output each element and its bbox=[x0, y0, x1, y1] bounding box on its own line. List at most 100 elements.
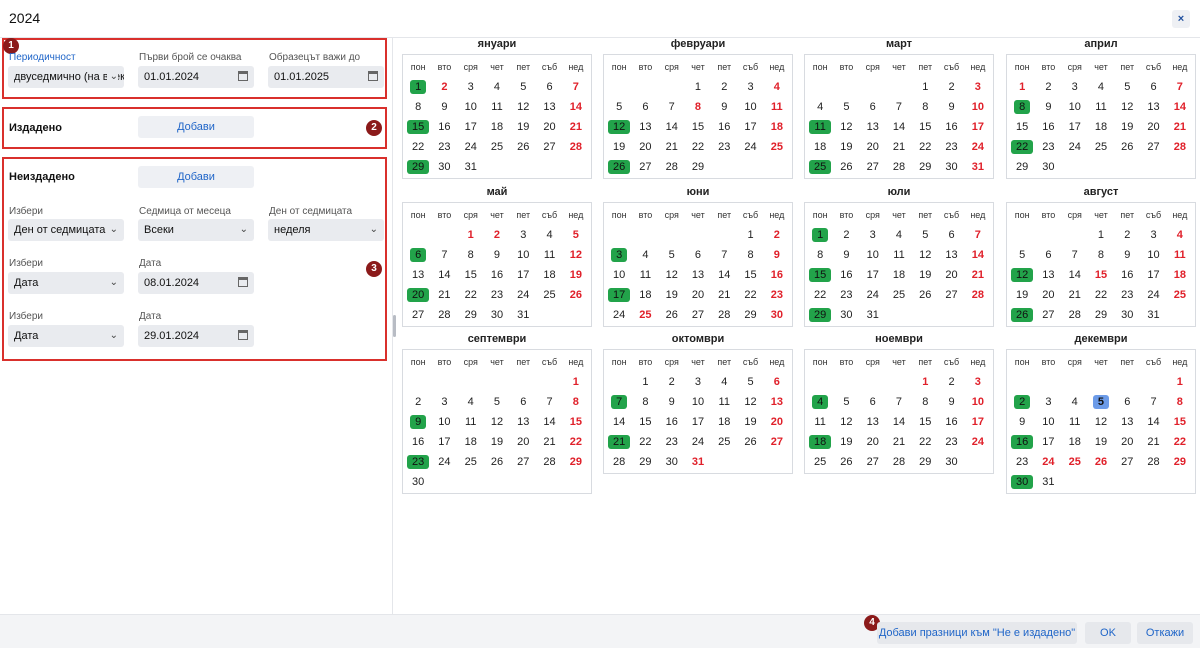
day-cell[interactable]: 12 bbox=[484, 412, 510, 432]
day-cell[interactable]: 23 bbox=[431, 137, 457, 157]
day-cell[interactable]: 30 bbox=[938, 157, 964, 177]
day-cell[interactable]: 7 bbox=[536, 392, 562, 412]
day-cell[interactable]: 2 bbox=[833, 225, 859, 245]
day-cell[interactable]: 9 bbox=[833, 245, 859, 265]
day-cell[interactable]: 5 bbox=[606, 97, 632, 117]
day-cell[interactable]: 26 bbox=[833, 157, 859, 177]
day-cell[interactable]: 25 bbox=[1062, 452, 1088, 472]
day-cell[interactable]: 23 bbox=[659, 432, 685, 452]
day-cell[interactable]: 1 bbox=[737, 225, 763, 245]
day-cell[interactable]: 19 bbox=[563, 265, 589, 285]
day-cell[interactable]: 21 bbox=[1062, 285, 1088, 305]
day-cell[interactable]: 13 bbox=[1114, 412, 1140, 432]
rule1-day-select[interactable]: неделя ⌄ bbox=[268, 219, 384, 241]
day-cell[interactable]: 22 bbox=[458, 285, 484, 305]
day-cell[interactable]: 5 bbox=[912, 225, 938, 245]
day-cell[interactable]: 21 bbox=[536, 432, 562, 452]
day-cell[interactable]: 28 bbox=[1167, 137, 1193, 157]
day-cell[interactable]: 23 bbox=[764, 285, 790, 305]
day-cell[interactable]: 6 bbox=[860, 97, 886, 117]
day-cell[interactable]: 23 bbox=[938, 432, 964, 452]
day-cell[interactable]: 28 bbox=[606, 452, 632, 472]
day-cell[interactable]: 17 bbox=[606, 285, 632, 305]
day-cell[interactable]: 27 bbox=[685, 305, 711, 325]
day-cell[interactable]: 1 bbox=[807, 225, 833, 245]
day-cell[interactable]: 25 bbox=[1088, 137, 1114, 157]
day-cell[interactable]: 3 bbox=[510, 225, 536, 245]
day-cell[interactable]: 15 bbox=[1009, 117, 1035, 137]
day-cell[interactable]: 15 bbox=[912, 412, 938, 432]
day-cell[interactable]: 25 bbox=[886, 285, 912, 305]
day-cell[interactable]: 10 bbox=[1035, 412, 1061, 432]
day-cell[interactable]: 19 bbox=[484, 432, 510, 452]
day-cell[interactable]: 20 bbox=[536, 117, 562, 137]
day-cell[interactable]: 9 bbox=[938, 392, 964, 412]
day-cell[interactable]: 11 bbox=[711, 392, 737, 412]
day-cell[interactable]: 2 bbox=[711, 77, 737, 97]
day-cell[interactable]: 3 bbox=[1035, 392, 1061, 412]
day-cell[interactable]: 20 bbox=[510, 432, 536, 452]
day-cell[interactable]: 21 bbox=[1167, 117, 1193, 137]
day-cell[interactable]: 10 bbox=[737, 97, 763, 117]
rule1-week-select[interactable]: Всеки ⌄ bbox=[138, 219, 254, 241]
day-cell[interactable]: 28 bbox=[965, 285, 991, 305]
day-cell[interactable]: 6 bbox=[632, 97, 658, 117]
day-cell[interactable]: 16 bbox=[833, 265, 859, 285]
day-cell[interactable]: 4 bbox=[1088, 77, 1114, 97]
day-cell[interactable]: 15 bbox=[632, 412, 658, 432]
day-cell[interactable]: 12 bbox=[1114, 97, 1140, 117]
first-issue-date-field[interactable]: 01.01.2024 bbox=[138, 66, 254, 88]
day-cell[interactable]: 1 bbox=[1009, 77, 1035, 97]
day-cell[interactable]: 21 bbox=[711, 285, 737, 305]
day-cell[interactable]: 10 bbox=[965, 97, 991, 117]
day-cell[interactable]: 27 bbox=[1035, 305, 1061, 325]
day-cell[interactable]: 11 bbox=[536, 245, 562, 265]
day-cell[interactable]: 25 bbox=[536, 285, 562, 305]
day-cell[interactable]: 19 bbox=[1114, 117, 1140, 137]
day-cell[interactable]: 30 bbox=[938, 452, 964, 472]
day-cell[interactable]: 25 bbox=[807, 452, 833, 472]
rule2-date-field[interactable]: 08.01.2024 bbox=[138, 272, 254, 294]
day-cell[interactable]: 18 bbox=[458, 432, 484, 452]
day-cell[interactable]: 23 bbox=[1009, 452, 1035, 472]
day-cell[interactable]: 1 bbox=[685, 77, 711, 97]
day-cell[interactable]: 7 bbox=[1167, 77, 1193, 97]
day-cell[interactable]: 20 bbox=[1035, 285, 1061, 305]
day-cell[interactable]: 18 bbox=[807, 432, 833, 452]
day-cell[interactable]: 17 bbox=[510, 265, 536, 285]
day-cell[interactable]: 18 bbox=[1062, 432, 1088, 452]
calendar-icon[interactable] bbox=[238, 330, 248, 340]
day-cell[interactable]: 15 bbox=[1088, 265, 1114, 285]
day-cell[interactable]: 14 bbox=[1062, 265, 1088, 285]
day-cell[interactable]: 18 bbox=[632, 285, 658, 305]
day-cell[interactable]: 31 bbox=[458, 157, 484, 177]
day-cell[interactable]: 22 bbox=[632, 432, 658, 452]
day-cell[interactable]: 15 bbox=[737, 265, 763, 285]
day-cell[interactable]: 20 bbox=[860, 432, 886, 452]
day-cell[interactable]: 7 bbox=[1062, 245, 1088, 265]
day-cell[interactable]: 18 bbox=[764, 117, 790, 137]
day-cell[interactable]: 23 bbox=[938, 137, 964, 157]
day-cell[interactable]: 17 bbox=[737, 117, 763, 137]
day-cell[interactable]: 10 bbox=[685, 392, 711, 412]
day-cell[interactable]: 3 bbox=[965, 77, 991, 97]
day-cell[interactable]: 26 bbox=[510, 137, 536, 157]
day-cell[interactable]: 21 bbox=[563, 117, 589, 137]
day-cell[interactable]: 21 bbox=[431, 285, 457, 305]
day-cell[interactable]: 12 bbox=[510, 97, 536, 117]
day-cell[interactable]: 15 bbox=[1167, 412, 1193, 432]
day-cell[interactable]: 29 bbox=[807, 305, 833, 325]
day-cell[interactable]: 28 bbox=[886, 157, 912, 177]
day-cell[interactable]: 9 bbox=[405, 412, 431, 432]
day-cell[interactable]: 25 bbox=[807, 157, 833, 177]
day-cell[interactable]: 22 bbox=[1167, 432, 1193, 452]
day-cell[interactable]: 16 bbox=[711, 117, 737, 137]
day-cell[interactable]: 17 bbox=[965, 412, 991, 432]
day-cell[interactable]: 18 bbox=[711, 412, 737, 432]
day-cell[interactable]: 7 bbox=[886, 392, 912, 412]
day-cell[interactable]: 24 bbox=[685, 432, 711, 452]
day-cell[interactable]: 9 bbox=[431, 97, 457, 117]
day-cell[interactable]: 2 bbox=[1114, 225, 1140, 245]
close-icon[interactable]: × bbox=[1172, 10, 1190, 28]
day-cell[interactable]: 22 bbox=[912, 432, 938, 452]
